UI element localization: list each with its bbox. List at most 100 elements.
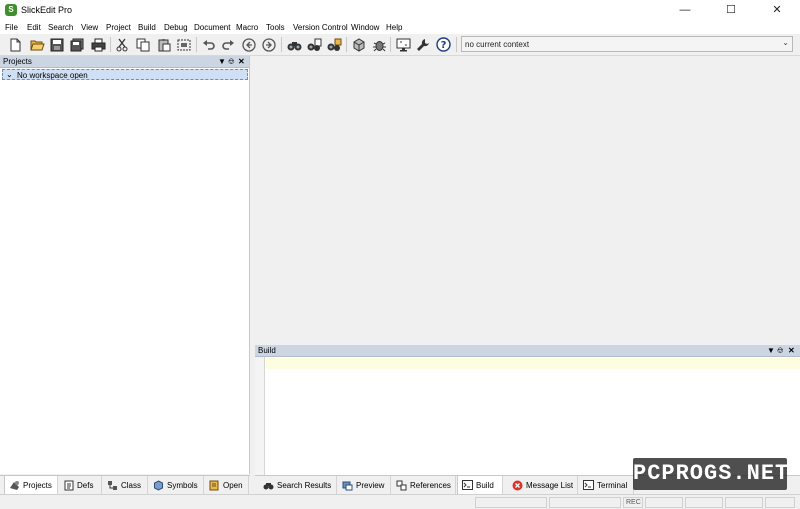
help-icon[interactable]: ? bbox=[434, 36, 452, 53]
tab-terminal[interactable]: Terminal bbox=[579, 476, 634, 494]
find-symbol-icon[interactable] bbox=[325, 36, 343, 53]
panel-menu-icon[interactable]: ▼ bbox=[767, 345, 775, 357]
status-bar: REC bbox=[0, 494, 800, 509]
remote-icon[interactable] bbox=[394, 36, 412, 53]
tab-defs[interactable]: Defs bbox=[59, 476, 102, 494]
pin-icon[interactable]: ⎊ bbox=[228, 56, 234, 68]
close-panel-icon[interactable]: ✕ bbox=[788, 345, 795, 357]
open-file-icon[interactable] bbox=[28, 36, 46, 53]
maximize-button[interactable]: ☐ bbox=[708, 0, 754, 20]
toolbar-separator bbox=[281, 37, 282, 52]
tab-label: Class bbox=[121, 480, 142, 490]
open-icon bbox=[209, 480, 220, 491]
tree-item-workspace[interactable]: ⌄ No workspace open bbox=[2, 69, 248, 80]
save-all-icon[interactable] bbox=[68, 36, 86, 53]
menu-build[interactable]: Build bbox=[138, 23, 156, 32]
menu-file[interactable]: File bbox=[5, 23, 18, 32]
tab-projects[interactable]: Projects bbox=[4, 476, 58, 494]
app-icon: S bbox=[5, 4, 17, 16]
tab-open[interactable]: Open bbox=[205, 476, 249, 494]
terminal-icon bbox=[583, 480, 594, 491]
tab-label: Build bbox=[476, 480, 494, 490]
title-bar: S SlickEdit Pro — ☐ ✕ bbox=[0, 0, 800, 20]
debug-icon[interactable] bbox=[370, 36, 388, 53]
defs-icon bbox=[63, 480, 74, 491]
paste-icon[interactable] bbox=[155, 36, 173, 53]
chevron-down-icon: ⌄ bbox=[782, 38, 789, 47]
preview-icon bbox=[342, 480, 353, 491]
tree-item-label: No workspace open bbox=[17, 71, 88, 80]
cut-icon[interactable] bbox=[113, 36, 131, 53]
tab-preview[interactable]: Preview bbox=[338, 476, 391, 494]
class-icon bbox=[107, 480, 118, 491]
menu-bar: File Edit Search View Project Build Debu… bbox=[0, 20, 800, 34]
build-gutter bbox=[255, 357, 265, 475]
context-value: no current context bbox=[465, 40, 530, 49]
tab-label: Projects bbox=[23, 480, 52, 490]
tab-message-list[interactable]: Message List bbox=[508, 476, 578, 494]
find-icon[interactable] bbox=[285, 36, 303, 53]
tab-label: Search Results bbox=[277, 480, 332, 490]
minimize-button[interactable]: — bbox=[662, 0, 708, 20]
error-icon bbox=[512, 480, 523, 491]
toolbar-separator bbox=[110, 37, 111, 52]
select-icon[interactable] bbox=[175, 36, 193, 53]
tab-class[interactable]: Class bbox=[103, 476, 148, 494]
tab-label: Symbols bbox=[167, 480, 198, 490]
menu-help[interactable]: Help bbox=[386, 23, 402, 32]
status-cell bbox=[549, 497, 621, 508]
editor-area[interactable] bbox=[251, 56, 800, 345]
tab-label: Defs bbox=[77, 480, 94, 490]
search-icon bbox=[263, 480, 274, 491]
status-rec: REC bbox=[623, 497, 643, 508]
save-icon[interactable] bbox=[48, 36, 66, 53]
menu-tools[interactable]: Tools bbox=[266, 23, 285, 32]
chevron-down-icon[interactable]: ⌄ bbox=[6, 70, 13, 80]
undo-icon[interactable] bbox=[200, 36, 218, 53]
menu-document[interactable]: Document bbox=[194, 23, 230, 32]
status-cell bbox=[685, 497, 723, 508]
build-icon[interactable] bbox=[350, 36, 368, 53]
toolbar: ? no current context ⌄ bbox=[0, 34, 800, 56]
menu-search[interactable]: Search bbox=[48, 23, 73, 32]
svg-text:?: ? bbox=[440, 40, 446, 51]
toolbar-separator bbox=[390, 37, 391, 52]
menu-version-control[interactable]: Version Control bbox=[293, 23, 348, 32]
tab-label: Message List bbox=[526, 480, 574, 490]
tab-symbols[interactable]: Symbols bbox=[149, 476, 204, 494]
new-file-icon[interactable] bbox=[6, 36, 24, 53]
watermark: PCPROGS.NET bbox=[633, 458, 788, 490]
menu-window[interactable]: Window bbox=[351, 23, 379, 32]
tab-label: Open bbox=[223, 480, 243, 490]
tab-search-results[interactable]: Search Results bbox=[259, 476, 337, 494]
symbols-icon bbox=[153, 479, 164, 491]
build-panel-title: Build bbox=[258, 346, 276, 355]
tools-icon[interactable] bbox=[414, 36, 432, 53]
tab-build[interactable]: Build bbox=[457, 476, 503, 494]
panel-menu-icon[interactable]: ▼ bbox=[218, 56, 226, 68]
forward-icon[interactable] bbox=[260, 36, 278, 53]
find-in-files-icon[interactable] bbox=[305, 36, 323, 53]
close-button[interactable]: ✕ bbox=[754, 0, 800, 20]
context-combo[interactable]: no current context ⌄ bbox=[461, 36, 793, 52]
menu-view[interactable]: View bbox=[81, 23, 98, 32]
references-icon bbox=[396, 480, 407, 491]
toolbar-separator bbox=[346, 37, 347, 52]
tab-label: Terminal bbox=[597, 480, 628, 490]
pin-icon[interactable]: ⎊ bbox=[777, 345, 783, 357]
print-icon[interactable] bbox=[89, 36, 107, 53]
left-tab-bar: Projects Defs Class Symbols Open bbox=[0, 475, 250, 494]
redo-icon[interactable] bbox=[219, 36, 237, 53]
build-panel: Build ▼ ⎊ ✕ bbox=[255, 345, 800, 475]
projects-panel-header: Projects ▼ ⎊ ✕ bbox=[0, 56, 249, 68]
close-panel-icon[interactable]: ✕ bbox=[238, 56, 245, 68]
back-icon[interactable] bbox=[240, 36, 258, 53]
copy-icon[interactable] bbox=[134, 36, 152, 53]
menu-edit[interactable]: Edit bbox=[27, 23, 41, 32]
menu-debug[interactable]: Debug bbox=[164, 23, 188, 32]
menu-macro[interactable]: Macro bbox=[236, 23, 258, 32]
tab-references[interactable]: References bbox=[392, 476, 456, 494]
menu-project[interactable]: Project bbox=[106, 23, 131, 32]
build-output-current-line[interactable] bbox=[266, 358, 800, 369]
status-cell bbox=[475, 497, 547, 508]
